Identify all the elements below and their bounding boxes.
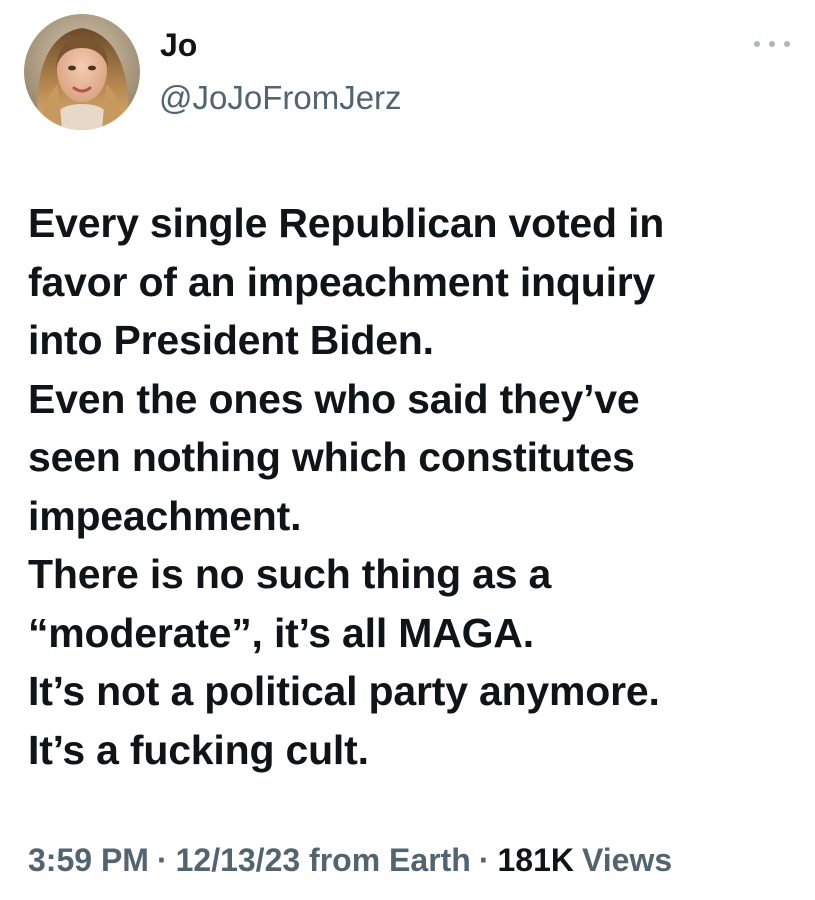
tweet-source: from Earth	[309, 842, 471, 878]
avatar[interactable]	[24, 14, 140, 130]
tweet-text: Every single Republican voted in favor o…	[28, 194, 798, 779]
views-count: 181K	[497, 842, 575, 878]
more-dot	[754, 41, 760, 47]
more-dot	[784, 41, 790, 47]
author-display-name[interactable]: Jo	[160, 26, 197, 64]
more-dot	[769, 41, 775, 47]
tweet-text-line: impeachment.	[28, 492, 302, 539]
tweet-text-line: Every single Republican voted in	[28, 200, 665, 246]
avatar-image	[24, 14, 140, 130]
tweet-text-line: It’s a fucking cult.	[28, 726, 369, 773]
tweet-date[interactable]: 12/13/23	[176, 842, 301, 878]
more-options-icon[interactable]	[754, 32, 790, 56]
separator-dot: ·	[156, 842, 168, 878]
tweet-text-line: There is no such thing as a	[28, 551, 552, 597]
tweet-text-line: favor of an impeachment inquiry	[28, 258, 656, 305]
tweet-metadata: 3:59 PM · 12/13/23 from Earth · 181K Views	[28, 838, 672, 882]
separator-dot: ·	[478, 842, 490, 878]
author-handle[interactable]: @JoJoFromJerz	[159, 78, 402, 118]
tweet-text-line: It’s not a political party anymore.	[28, 668, 660, 714]
tweet-card: Jo @JoJoFromJerz Every single Republican…	[0, 0, 815, 900]
tweet-text-line: seen nothing which constitutes	[28, 434, 635, 480]
tweet-text-line: “moderate”, it’s all MAGA.	[28, 609, 534, 656]
tweet-text-line: Even the ones who said they’ve	[28, 375, 640, 422]
views-label: Views	[582, 842, 673, 878]
tweet-text-line: into President Biden.	[28, 317, 434, 363]
tweet-time[interactable]: 3:59 PM	[28, 842, 149, 878]
